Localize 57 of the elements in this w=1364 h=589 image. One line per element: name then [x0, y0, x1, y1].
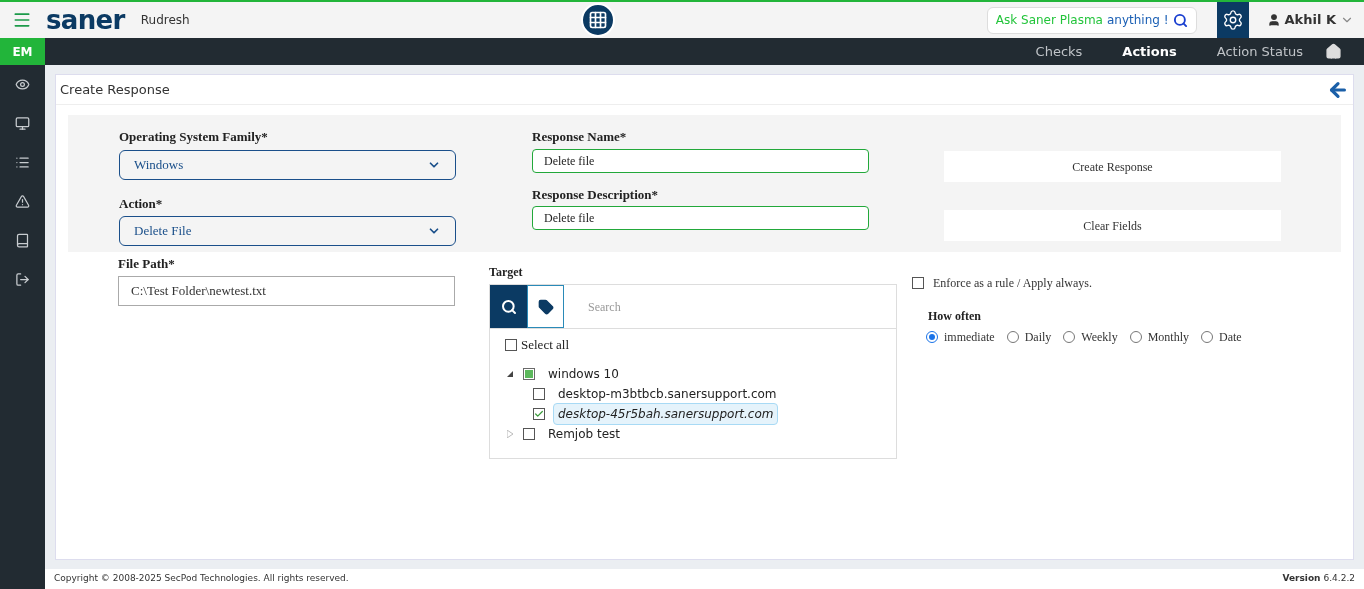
select-all-label: Select all — [521, 336, 569, 355]
collapse-icon[interactable] — [507, 371, 515, 377]
ask-field[interactable]: Ask Saner Plasma anything ! — [986, 6, 1197, 34]
radio-label: Monthly — [1147, 329, 1190, 346]
eye-icon[interactable] — [15, 77, 30, 92]
organization-name: Rudresh — [140, 12, 190, 29]
response-description-field[interactable]: Delete file — [532, 206, 869, 230]
version-number: 6.4.2.2 — [1323, 572, 1355, 586]
grid-icon — [588, 10, 609, 30]
field-label: Response Description* — [532, 185, 660, 204]
radio-label: Weekly — [1081, 329, 1118, 346]
how-often-label: How often — [928, 308, 982, 325]
list-icon[interactable] — [15, 155, 30, 170]
field-label: File Path* — [118, 255, 176, 273]
page-title: Create Response — [60, 80, 170, 99]
checkbox[interactable] — [523, 368, 535, 380]
action-select[interactable]: Delete File — [119, 216, 456, 246]
settings-icon — [1221, 9, 1244, 31]
checkbox[interactable] — [505, 339, 517, 351]
tree-item[interactable]: desktop-m3btbcb.sanersupport.com — [553, 383, 782, 405]
response-name-field[interactable]: Delete file — [532, 148, 869, 173]
clear-fields-button[interactable]: Clear Fields — [944, 210, 1281, 241]
nav-tab[interactable]: Actions — [1122, 41, 1177, 62]
logout-icon[interactable] — [15, 272, 30, 287]
checkbox[interactable] — [533, 408, 545, 420]
logo: saner — [46, 7, 125, 33]
book-icon[interactable] — [15, 233, 30, 248]
user-menu[interactable]: Akhil K — [1266, 10, 1354, 30]
warning-icon[interactable] — [15, 194, 30, 209]
user-icon — [1266, 13, 1281, 27]
home-icon[interactable] — [1325, 43, 1342, 60]
field-label: Operating System Family* — [119, 128, 269, 146]
field-label: Response Name* — [532, 128, 628, 146]
tree-item[interactable]: desktop-45r5bah.sanersupport.com — [553, 403, 779, 425]
checkbox[interactable] — [523, 428, 535, 440]
field-label: Target — [489, 264, 524, 281]
radio-label: immediate — [944, 329, 995, 346]
radio-label: Daily — [1024, 329, 1052, 346]
tree-item[interactable]: Remjob test — [543, 423, 626, 445]
nav-tab[interactable]: Action Status — [1216, 41, 1303, 62]
enforce-label: Enforce as a rule / Apply always. — [933, 275, 1092, 292]
field-label: Action* — [119, 194, 164, 213]
os-select[interactable]: Windows — [119, 149, 456, 180]
menu-icon[interactable] — [12, 10, 32, 30]
create-response-button[interactable]: Create Response — [944, 151, 1281, 182]
checkbox[interactable] — [912, 277, 924, 289]
nav-tab[interactable]: Checks — [1035, 41, 1083, 62]
radio-label: Date — [1219, 329, 1242, 346]
apps-button[interactable] — [581, 3, 616, 37]
search-icon — [1172, 12, 1188, 28]
copyright-text: Copyright © 2008-2025 SecPod Technologies. All rights reserved. — [54, 572, 349, 586]
tree-item[interactable]: windows 10 — [543, 363, 624, 385]
settings-button[interactable] — [1216, 2, 1249, 38]
checkbox[interactable] — [533, 388, 545, 400]
file-path-field[interactable]: C:\Test Folder\newtest.txt — [118, 275, 455, 306]
version-label: Version — [1282, 572, 1321, 586]
monitor-icon[interactable] — [15, 116, 30, 131]
